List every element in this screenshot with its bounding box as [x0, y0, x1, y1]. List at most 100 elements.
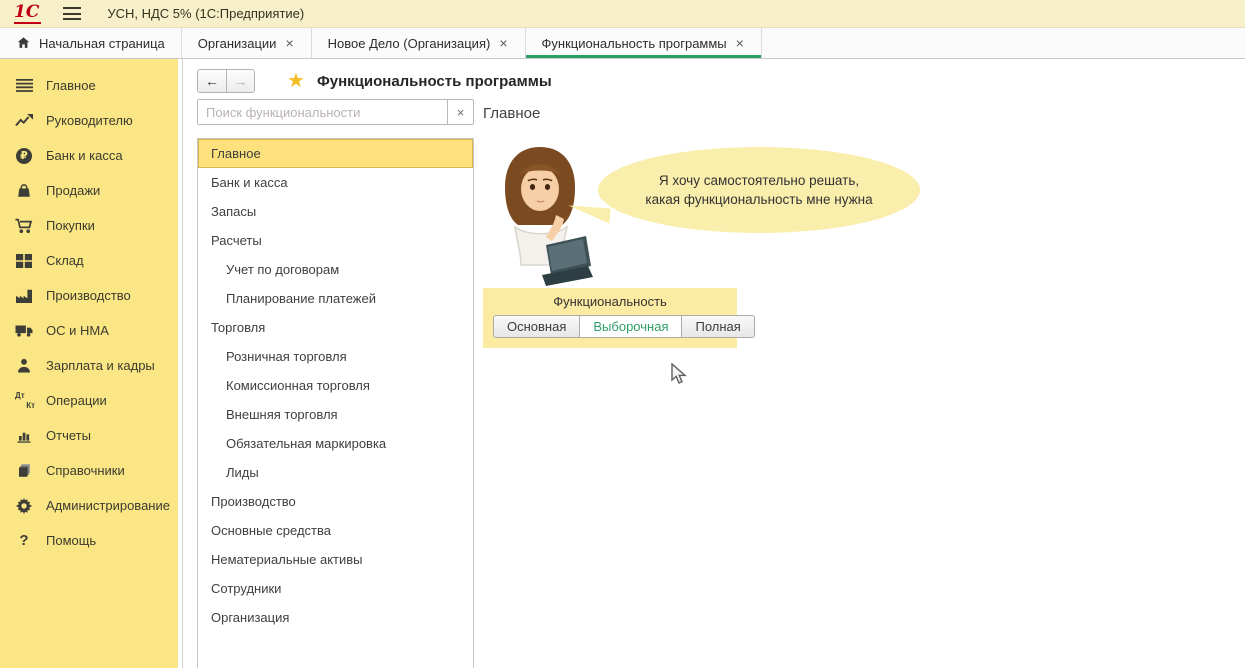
sidebar-item-os-i-nma[interactable]: ОС и НМА: [0, 313, 178, 348]
sidebar-item-label: Администрирование: [46, 498, 170, 513]
workspace: ← → ★ Функциональность программы × Главн…: [182, 59, 1245, 668]
application-window: 1С УСН, НДС 5% (1С:Предприятие) Начальна…: [0, 0, 1245, 668]
sidebar-item-zarplata-i-kadry[interactable]: Зарплата и кадры: [0, 348, 178, 383]
menu-lines-icon: [13, 79, 35, 92]
clear-search-icon[interactable]: ×: [447, 100, 473, 124]
tab-home[interactable]: Начальная страница: [0, 28, 182, 58]
form-header: ← → ★ Функциональность программы: [197, 69, 552, 93]
sidebar-item-pokupki[interactable]: Покупки: [0, 208, 178, 243]
functionality-panel-label: Функциональность: [493, 294, 727, 309]
sidebar-item-otchety[interactable]: Отчеты: [0, 418, 178, 453]
list-item[interactable]: Обязательная маркировка: [198, 429, 473, 458]
speech-bubble: Я хочу самостоятельно решать, какая функ…: [598, 147, 920, 233]
tab-label: Новое Дело (Организация): [328, 36, 491, 51]
list-item[interactable]: Торговля: [198, 313, 473, 342]
truck-icon: [13, 324, 35, 337]
report-icon: [13, 429, 35, 443]
history-nav: ← →: [197, 69, 255, 93]
back-button[interactable]: ←: [198, 70, 226, 92]
tab-label: Начальная страница: [39, 36, 165, 51]
sidebar-item-label: Главное: [46, 78, 96, 93]
help-icon: ?: [13, 532, 35, 549]
favorite-star-icon[interactable]: ★: [287, 71, 305, 91]
list-item[interactable]: Организация: [198, 603, 473, 632]
speech-bubble-text: какая функциональность мне нужна: [645, 190, 872, 209]
main-menu-icon[interactable]: [63, 7, 81, 20]
trend-icon: [13, 114, 35, 127]
person-icon: [13, 358, 35, 373]
sidebar-item-spravochniki[interactable]: Справочники: [0, 453, 178, 488]
sidebar-item-prodazhi[interactable]: Продажи: [0, 173, 178, 208]
list-item[interactable]: Расчеты: [198, 226, 473, 255]
sidebar-item-bank-i-kassa[interactable]: ₽ Банк и касса: [0, 138, 178, 173]
section-sidebar: Главное Руководителю ₽ Банк и касса Прод…: [0, 59, 178, 668]
sidebar-item-pomosch[interactable]: ? Помощь: [0, 523, 178, 558]
ruble-icon: ₽: [13, 148, 35, 164]
bag-icon: [13, 183, 35, 199]
list-item[interactable]: Планирование платежей: [198, 284, 473, 313]
tab-functionality[interactable]: Функциональность программы ×: [526, 28, 762, 58]
speech-bubble-text: Я хочу самостоятельно решать,: [659, 171, 859, 190]
option-osnovnaya-button[interactable]: Основная: [493, 315, 580, 338]
title-bar: 1С УСН, НДС 5% (1С:Предприятие): [0, 0, 1245, 28]
sidebar-item-label: ОС и НМА: [46, 323, 109, 338]
forward-button[interactable]: →: [226, 70, 254, 92]
close-icon[interactable]: ×: [284, 36, 294, 50]
sidebar-item-label: Покупки: [46, 218, 95, 233]
sidebar-item-label: Производство: [46, 288, 131, 303]
tab-label: Организации: [198, 36, 277, 51]
functionality-category-list: Главное Банк и касса Запасы Расчеты Учет…: [197, 138, 474, 668]
list-item[interactable]: Учет по договорам: [198, 255, 473, 284]
list-item[interactable]: Сотрудники: [198, 574, 473, 603]
factory-icon: [13, 289, 35, 303]
sidebar-item-label: Помощь: [46, 533, 96, 548]
section-heading: Главное: [483, 105, 1245, 122]
sidebar-item-proizvodstvo[interactable]: Производство: [0, 278, 178, 313]
close-icon[interactable]: ×: [498, 36, 508, 50]
sidebar-item-label: Операции: [46, 393, 107, 408]
tab-label: Функциональность программы: [542, 36, 727, 51]
list-item[interactable]: Запасы: [198, 197, 473, 226]
sidebar-item-label: Руководителю: [46, 113, 133, 128]
page-title: Функциональность программы: [317, 73, 552, 90]
sidebar-item-glavnoe[interactable]: Главное: [0, 68, 178, 103]
list-item[interactable]: Производство: [198, 487, 473, 516]
list-item[interactable]: Банк и касса: [198, 168, 473, 197]
gear-icon: [13, 498, 35, 514]
functionality-switch: Основная Выборочная Полная: [493, 315, 727, 338]
sidebar-item-label: Зарплата и кадры: [46, 358, 155, 373]
sidebar-item-sklad[interactable]: Склад: [0, 243, 178, 278]
sidebar-item-label: Справочники: [46, 463, 125, 478]
tab-organizations[interactable]: Организации ×: [182, 28, 312, 58]
list-item[interactable]: Внешняя торговля: [198, 400, 473, 429]
search-input[interactable]: [198, 100, 447, 124]
search-box: ×: [197, 99, 474, 125]
sidebar-item-rukovoditelyu[interactable]: Руководителю: [0, 103, 178, 138]
list-item[interactable]: Лиды: [198, 458, 473, 487]
list-item[interactable]: Комиссионная торговля: [198, 371, 473, 400]
close-icon[interactable]: ×: [735, 36, 745, 50]
functionality-panel: Функциональность Основная Выборочная Пол…: [483, 288, 737, 348]
cart-icon: [13, 218, 35, 234]
list-item[interactable]: Розничная торговля: [198, 342, 473, 371]
tab-bar: Начальная страница Организации × Новое Д…: [0, 28, 1245, 59]
home-icon: [16, 36, 31, 50]
content-area: Главное Я хочу само: [483, 105, 1245, 668]
warehouse-icon: [13, 254, 35, 268]
sidebar-item-administrirovanie[interactable]: Администрирование: [0, 488, 178, 523]
tab-novoe-delo[interactable]: Новое Дело (Организация) ×: [312, 28, 526, 58]
window-title: УСН, НДС 5% (1С:Предприятие): [107, 6, 304, 21]
list-item[interactable]: Основные средства: [198, 516, 473, 545]
dtkt-icon: ДтКт: [13, 392, 35, 409]
1c-logo-icon: 1С: [14, 4, 41, 24]
sidebar-item-label: Склад: [46, 253, 84, 268]
books-icon: [13, 463, 35, 478]
option-vyborochnaya-button[interactable]: Выборочная: [579, 315, 682, 338]
mouse-cursor: [671, 363, 688, 390]
sidebar-item-label: Продажи: [46, 183, 100, 198]
option-polnaya-button[interactable]: Полная: [681, 315, 754, 338]
sidebar-item-label: Банк и касса: [46, 148, 123, 163]
sidebar-item-operacii[interactable]: ДтКт Операции: [0, 383, 178, 418]
list-item[interactable]: Нематериальные активы: [198, 545, 473, 574]
list-item[interactable]: Главное: [198, 139, 473, 168]
